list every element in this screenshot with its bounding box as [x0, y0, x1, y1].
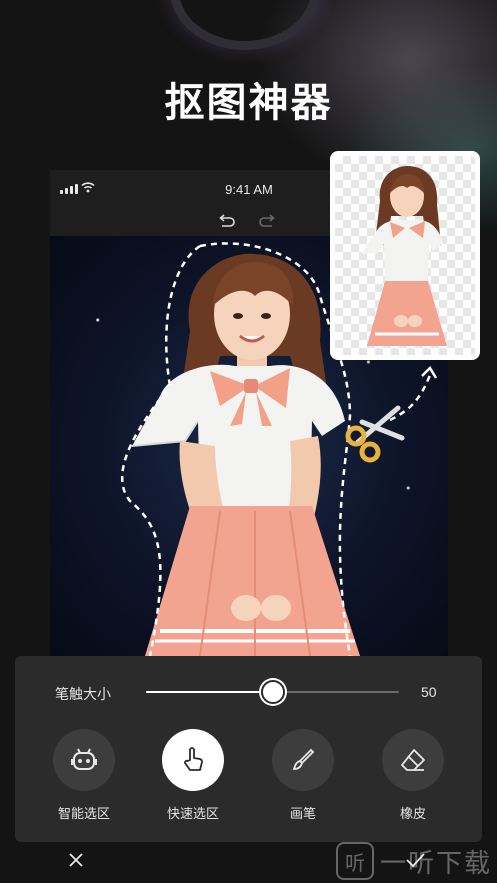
slider-fill [146, 691, 273, 693]
brush-size-label: 笔触大小 [55, 686, 111, 702]
hand-pointer-icon [184, 747, 203, 771]
watermark-logo: 听 [336, 842, 374, 880]
watermark: 听 一听下载 [336, 841, 492, 881]
tool-quick-select[interactable]: 快速选区 [143, 729, 243, 822]
editing-panel: 笔触大小 50 智能选区 快速选区 画笔 橡皮 [15, 656, 482, 842]
tool-circle[interactable] [53, 729, 115, 791]
robot-icon [71, 748, 97, 770]
page-title: 抠图神器 [164, 81, 333, 125]
undo-redo-group [216, 213, 278, 231]
tool-brush[interactable]: 画笔 [253, 729, 353, 822]
scissors-icon [345, 365, 438, 463]
watermark-text: 一听下载 [380, 847, 493, 878]
slider-thumb[interactable] [260, 680, 285, 704]
brush-icon [292, 748, 315, 770]
transparency-grid [335, 156, 475, 355]
close-icon[interactable] [66, 850, 86, 870]
tool-label: 画笔 [289, 806, 316, 821]
undo-icon[interactable] [216, 213, 236, 231]
cutout-preview [330, 151, 480, 360]
tool-circle[interactable] [162, 729, 224, 791]
redo-icon[interactable] [258, 213, 278, 231]
tool-label: 橡皮 [399, 806, 426, 821]
brush-size-slider[interactable] [146, 680, 399, 704]
eraser-icon [401, 749, 425, 771]
tool-smart-select[interactable]: 智能选区 [34, 729, 134, 822]
tool-circle[interactable] [272, 729, 334, 791]
tool-label: 快速选区 [166, 806, 219, 821]
tool-label: 智能选区 [57, 806, 110, 821]
brush-size-value: 50 [421, 684, 437, 700]
cutout-image [361, 166, 447, 346]
tool-circle[interactable] [382, 729, 444, 791]
tool-eraser[interactable]: 橡皮 [363, 729, 463, 822]
